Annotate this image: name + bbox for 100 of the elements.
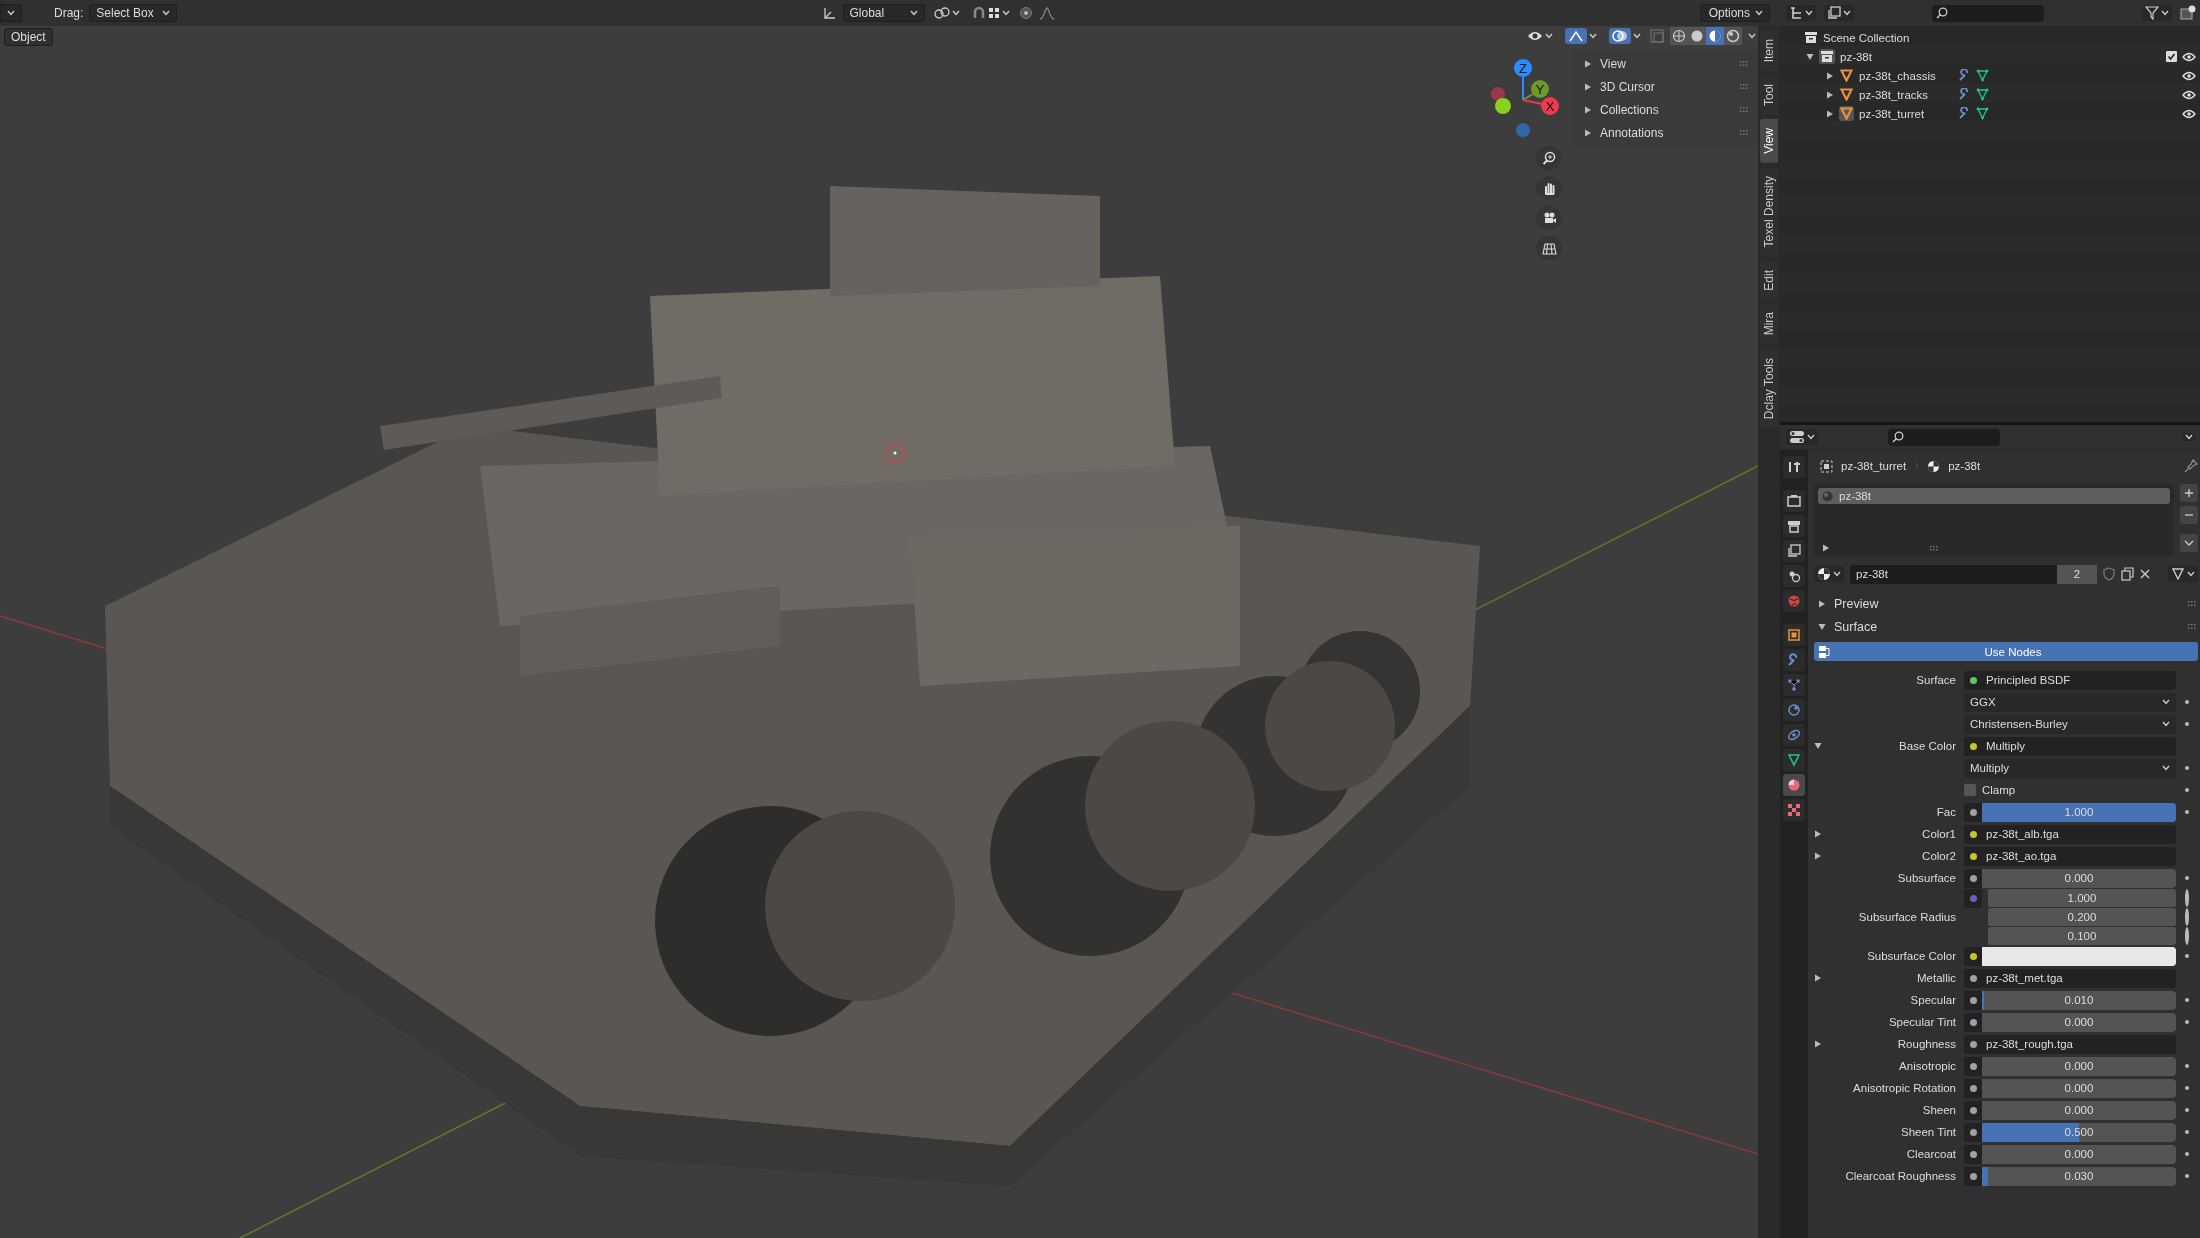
solid-shading-button[interactable]: [1688, 27, 1706, 45]
collection-name[interactable]: pz-38t: [1840, 50, 1872, 63]
expand-arrow-icon[interactable]: [1814, 1040, 1822, 1048]
sidebar-tab[interactable]: Dclay Tools: [1760, 348, 1778, 428]
view-layer-tab[interactable]: [1783, 540, 1805, 562]
linked-input-field[interactable]: Principled BSDF: [1964, 670, 2176, 690]
value-slider[interactable]: 0.000: [1982, 1078, 2176, 1098]
remove-slot-button[interactable]: [2180, 506, 2198, 524]
eye-icon[interactable]: [2182, 51, 2196, 62]
shield-icon[interactable]: [2103, 567, 2115, 581]
number-field[interactable]: 0.100: [1988, 927, 2176, 945]
options-dropdown[interactable]: [2182, 433, 2196, 441]
dropdown-menu[interactable]: Christensen-Burley: [1964, 714, 2176, 734]
sidebar-tab[interactable]: View: [1760, 119, 1778, 164]
panel-header[interactable]: 3D Cursor: [1572, 75, 1758, 98]
particles-tab[interactable]: [1783, 674, 1805, 696]
scene-tab[interactable]: [1783, 565, 1805, 587]
value-slider[interactable]: 1.000: [1982, 802, 2176, 822]
search-field[interactable]: [1888, 428, 2000, 446]
mode-dropdown[interactable]: Object: [4, 28, 53, 46]
keyframe-dot[interactable]: [2185, 810, 2189, 814]
value-slider[interactable]: 0.000: [1982, 1012, 2176, 1032]
collapse-arrow-icon[interactable]: [1814, 742, 1822, 750]
wireframe-shading-button[interactable]: [1670, 27, 1688, 45]
zoom-icon[interactable]: [1541, 150, 1557, 166]
expand-arrow-icon[interactable]: [1814, 974, 1822, 982]
gizmo-arrows-icon[interactable]: [1568, 29, 1584, 43]
color-swatch[interactable]: [1982, 946, 2176, 966]
axis-ball[interactable]: [1495, 98, 1511, 114]
expand-arrow-icon[interactable]: [1584, 59, 1592, 68]
expand-arrow-icon[interactable]: [1814, 830, 1822, 838]
expand-arrow-icon[interactable]: [1814, 852, 1822, 860]
select-mode-dropdown[interactable]: Select Box: [89, 4, 178, 22]
search-field[interactable]: [1932, 4, 2044, 22]
add-slot-button[interactable]: [2180, 484, 2198, 502]
material-shading-button[interactable]: [1706, 27, 1724, 45]
mesh-triangle-icon[interactable]: [1840, 107, 1853, 120]
value-slider[interactable]: 0.000: [1982, 1056, 2176, 1076]
duplicate-icon[interactable]: [2121, 567, 2134, 581]
checked-checkbox-icon[interactable]: [2166, 51, 2177, 62]
wrench-icon[interactable]: [1958, 88, 1971, 101]
wrench-icon[interactable]: [1958, 69, 1971, 82]
eye-icon[interactable]: [2182, 70, 2196, 81]
collection-name[interactable]: Scene Collection: [1823, 31, 1910, 44]
object-name[interactable]: pz-38t_chassis: [1859, 69, 1953, 82]
value-slider[interactable]: 0.030: [1982, 1166, 2176, 1186]
keyframe-dot[interactable]: [2185, 700, 2189, 704]
constraints-tab[interactable]: [1783, 724, 1805, 746]
expand-arrow-icon[interactable]: [1584, 128, 1592, 137]
axis-ball[interactable]: [1491, 87, 1505, 101]
keyframe-dot[interactable]: [2185, 1020, 2189, 1024]
physics-tab[interactable]: [1783, 699, 1805, 721]
node-link-icon[interactable]: [2171, 567, 2185, 581]
use-nodes-button[interactable]: Use Nodes: [1814, 642, 2198, 661]
expand-arrow-icon[interactable]: [1826, 109, 1834, 118]
proportional-circle-icon[interactable]: [1018, 6, 1033, 20]
link-rings-icon[interactable]: [933, 6, 950, 20]
keyframe-dot[interactable]: [2185, 889, 2189, 907]
tool-tab[interactable]: [1783, 456, 1805, 478]
linked-input-field[interactable]: pz-38t_ao.tga: [1964, 846, 2176, 866]
editor-type-dropdown[interactable]: [0, 4, 22, 22]
checkbox-label[interactable]: Clamp: [1982, 784, 2016, 796]
object-tab[interactable]: [1783, 624, 1805, 646]
checkbox[interactable]: [1964, 784, 1976, 796]
navigation-gizmo[interactable]: Z Y X: [1488, 56, 1560, 140]
value-slider[interactable]: 0.000: [1982, 1100, 2176, 1120]
panel-header[interactable]: Annotations: [1572, 121, 1758, 144]
keyframe-dot[interactable]: [2185, 1174, 2189, 1178]
material-sphere-icon[interactable]: [1817, 567, 1831, 581]
user-count-field[interactable]: 2: [2057, 564, 2097, 584]
axis-ball[interactable]: [1541, 97, 1559, 115]
expand-arrow-icon[interactable]: [1584, 82, 1592, 91]
sidebar-tab[interactable]: Texel Density: [1760, 167, 1778, 257]
number-field[interactable]: 0.200: [1988, 908, 2176, 926]
expand-arrow-icon[interactable]: [1826, 90, 1834, 99]
orientation-axes-icon[interactable]: [822, 6, 837, 20]
sidebar-tab[interactable]: Mira: [1760, 303, 1778, 345]
image-stack-icon[interactable]: [1827, 6, 1841, 20]
dropdown-menu[interactable]: GGX: [1964, 692, 2176, 712]
resize-grip-icon[interactable]: [1930, 545, 1940, 551]
expand-arrow-icon[interactable]: [1826, 71, 1834, 80]
linked-input-field[interactable]: Multiply: [1964, 736, 2176, 756]
keyframe-dot[interactable]: [2185, 766, 2189, 770]
eye-icon[interactable]: [2182, 108, 2196, 119]
mesh-data-icon[interactable]: [1976, 69, 1989, 82]
editor-toggles-icon[interactable]: [1789, 430, 1805, 444]
keyframe-dot[interactable]: [2185, 1108, 2189, 1112]
keyframe-dot[interactable]: [2185, 1130, 2189, 1134]
axis-ball[interactable]: [1514, 59, 1532, 77]
orientation-dropdown[interactable]: Global: [842, 4, 925, 22]
close-icon[interactable]: [2140, 569, 2150, 579]
modifiers-tab[interactable]: [1783, 649, 1805, 671]
keyframe-dot[interactable]: [2185, 998, 2189, 1002]
panel-header[interactable]: View: [1572, 52, 1758, 75]
number-field[interactable]: 1.000: [1988, 889, 2176, 907]
magnet-icon[interactable]: [971, 6, 986, 20]
wrench-icon[interactable]: [1958, 107, 1971, 120]
value-slider[interactable]: 0.500: [1982, 1122, 2176, 1142]
grid-plane-icon[interactable]: [1541, 240, 1557, 256]
mesh-data-icon[interactable]: [1976, 88, 1989, 101]
